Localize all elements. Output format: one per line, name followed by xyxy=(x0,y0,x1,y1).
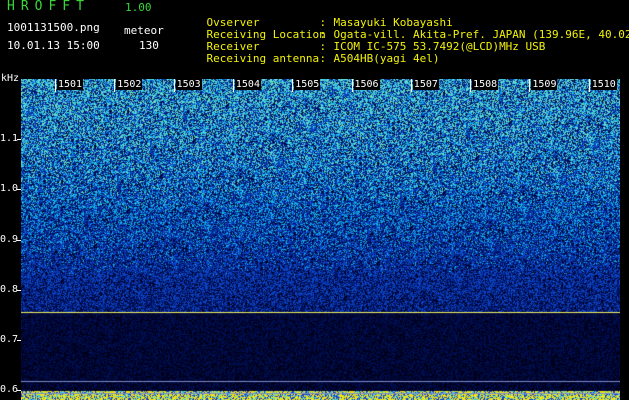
y-tick-mark xyxy=(17,239,21,241)
y-tick-label: 1.0 xyxy=(0,183,19,195)
x-tick-mark xyxy=(232,79,234,92)
x-tick-mark xyxy=(173,79,175,92)
y-tick-label: 0.8 xyxy=(0,283,19,295)
y-tick-mark xyxy=(17,389,21,391)
x-tick-label: 1505 xyxy=(294,79,321,90)
x-tick-label: 1502 xyxy=(116,79,143,90)
y-tick-label: 0.6 xyxy=(0,383,19,395)
x-tick-label: 1501 xyxy=(57,79,84,90)
x-tick-label: 1508 xyxy=(472,79,499,90)
x-tick-mark xyxy=(529,79,531,92)
y-tick-mark xyxy=(17,189,21,191)
info-key: Receiving antenna xyxy=(206,52,320,65)
info-row-antenna: Receiving antenna: A504HB(yagi 4el) xyxy=(180,41,440,77)
y-unit-label: kHz xyxy=(1,73,20,84)
filename-label: 1001131500.png xyxy=(7,21,100,34)
datetime-label: 10.01.13 15:00 xyxy=(7,39,100,52)
y-tick-label: 1.1 xyxy=(0,133,19,145)
info-separator: : xyxy=(319,52,327,65)
y-tick-mark xyxy=(17,339,21,341)
x-tick-mark xyxy=(292,79,294,92)
x-tick-label: 1504 xyxy=(234,79,261,90)
y-tick-mark xyxy=(17,289,21,291)
x-tick-mark xyxy=(470,79,472,92)
meteor-label: meteor xyxy=(124,24,164,37)
x-tick-label: 1506 xyxy=(353,79,380,90)
x-tick-mark xyxy=(55,79,56,92)
version-label: 1.00 xyxy=(125,1,152,14)
x-tick-label: 1510 xyxy=(590,79,617,90)
x-tick-label: 1507 xyxy=(412,79,439,90)
x-tick-mark xyxy=(114,79,116,92)
x-tick-mark xyxy=(351,79,353,92)
y-tick-label: 0.9 xyxy=(0,233,19,245)
app-title: HROFFT xyxy=(7,0,90,14)
info-value: A504HB(yagi 4el) xyxy=(333,52,440,65)
y-tick-label: 0.7 xyxy=(0,333,19,345)
y-tick-mark xyxy=(17,139,21,141)
hrofft-window: HROFFT 1.00 1001131500.png meteor 10.01.… xyxy=(0,0,629,400)
meteor-count: 130 xyxy=(139,39,159,52)
x-tick-mark xyxy=(410,79,412,92)
x-tick-mark xyxy=(588,79,590,92)
x-tick-label: 1509 xyxy=(531,79,558,90)
x-tick-label: 1503 xyxy=(175,79,202,90)
spectrogram-canvas xyxy=(21,79,620,400)
